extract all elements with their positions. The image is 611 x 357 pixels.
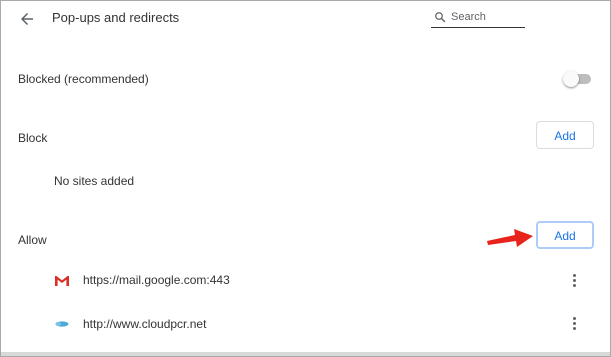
back-arrow-icon[interactable] — [18, 10, 36, 28]
blocked-setting-label: Blocked (recommended) — [18, 72, 149, 86]
block-section-heading: Block — [18, 131, 48, 145]
settings-panel: Pop-ups and redirects Blocked (recommend… — [0, 0, 611, 357]
gmail-icon — [55, 276, 69, 286]
allow-add-button[interactable]: Add — [536, 221, 594, 249]
site-url: http://www.cloudpcr.net — [83, 317, 207, 331]
site-url: https://mail.google.com:443 — [83, 273, 230, 287]
blocked-toggle[interactable] — [563, 71, 593, 87]
more-vert-icon[interactable] — [570, 273, 580, 289]
search-input[interactable] — [451, 9, 523, 25]
search-field[interactable] — [431, 9, 525, 28]
cloudpcr-icon — [55, 321, 69, 327]
search-icon — [435, 12, 446, 23]
allow-section-heading: Allow — [18, 233, 47, 247]
toggle-knob — [563, 71, 579, 87]
page-title: Pop-ups and redirects — [52, 10, 180, 25]
block-add-button[interactable]: Add — [536, 121, 594, 149]
bottom-edge — [1, 352, 610, 356]
more-vert-icon[interactable] — [570, 316, 580, 332]
annotation-arrow-icon — [487, 229, 533, 247]
block-empty-text: No sites added — [54, 174, 135, 188]
